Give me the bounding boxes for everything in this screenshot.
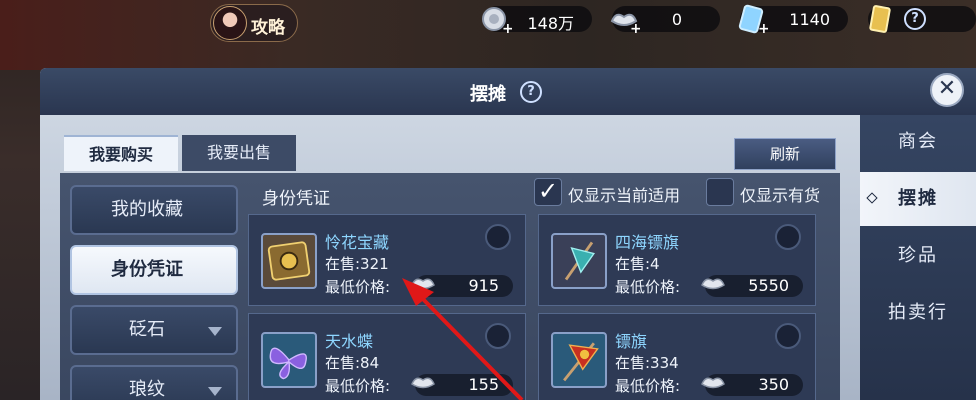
category-identity-voucher[interactable]: 身份凭证	[70, 245, 238, 295]
guide-label: 攻略	[251, 18, 285, 38]
section-title: 身份凭证	[262, 189, 330, 209]
close-button[interactable]: ✕	[930, 73, 964, 107]
currency-diamond-ticket[interactable]: + 1140	[738, 4, 848, 35]
item-card[interactable]: 镖旗 在售:334 最低价格: 350	[538, 313, 816, 400]
dropdown-arrow-icon	[208, 387, 222, 396]
silver-ingot-icon	[701, 377, 725, 389]
panel-title: 摆摊	[470, 84, 506, 105]
guide-avatar-button[interactable]: 攻略	[210, 4, 298, 42]
diamond-ticket-add-icon: +	[738, 4, 768, 35]
category-label: 砭石	[129, 319, 165, 340]
nav-treasures[interactable]: 珍品	[860, 229, 976, 283]
item-card[interactable]: 天水蝶 在售:84 最低价格: 155	[248, 313, 526, 400]
filter-checkbox-current[interactable]	[534, 177, 562, 206]
stall-panel: 摆摊 ? ✕ 商会 摆摊 珍品 拍卖行 我要购买 我要出售 刷新 我的收藏 身份…	[40, 68, 976, 400]
red-flag-icon	[551, 332, 607, 388]
treasure-box-icon	[261, 233, 317, 289]
category-label: 身份凭证	[111, 259, 183, 280]
item-card[interactable]: 四海镖旗 在售:4 最低价格: 5550	[538, 214, 816, 306]
svg-text:+: +	[758, 21, 768, 35]
silver-ingot-icon	[411, 377, 435, 389]
category-label: 琅纹	[129, 379, 165, 400]
filter-label-current: 仅显示当前适用	[568, 186, 681, 205]
silver-ingot-icon	[411, 278, 435, 290]
item-price: 350	[758, 375, 789, 394]
item-stock: 在售:321	[325, 255, 389, 273]
item-stock: 在售:84	[325, 354, 380, 372]
category-bianshi[interactable]: 砭石	[70, 305, 238, 355]
nav-label: 商会	[898, 131, 938, 152]
silver-ingot-value: 0	[671, 10, 682, 29]
silver-coin-add-icon: +	[482, 7, 512, 35]
right-nav: 商会 摆摊 珍品 拍卖行	[860, 115, 976, 400]
nav-auction-house[interactable]: 拍卖行	[860, 286, 976, 340]
item-price: 155	[468, 375, 499, 394]
item-price: 5550	[748, 276, 789, 295]
item-name: 怜花宝藏	[325, 233, 390, 252]
nav-label: 拍卖行	[888, 302, 948, 323]
escort-flag-icon	[551, 233, 607, 289]
tab-buy[interactable]: 我要购买	[64, 135, 178, 171]
svg-text:+: +	[502, 21, 512, 35]
panel-header: 摆摊 ? ✕	[40, 68, 976, 115]
filter-label-in-stock: 仅显示有货	[740, 186, 821, 205]
price-box: 155	[411, 374, 513, 396]
filter-checkbox-in-stock[interactable]	[706, 178, 734, 206]
silver-ingot-add-icon: +	[610, 13, 640, 35]
avatar	[213, 6, 247, 40]
currency-gold-token[interactable]: ?	[868, 5, 976, 33]
help-button[interactable]: ?	[904, 8, 926, 30]
gold-token-icon	[869, 5, 891, 33]
item-select-radio[interactable]	[775, 224, 801, 250]
item-name: 天水蝶	[325, 332, 374, 351]
selected-diamond-icon	[866, 192, 878, 204]
item-stock: 在售:4	[615, 255, 660, 273]
item-price-label: 最低价格:	[325, 377, 391, 395]
item-name: 四海镖旗	[615, 233, 680, 252]
svg-text:+: +	[630, 21, 640, 35]
nav-label: 珍品	[898, 245, 938, 266]
currency-silver-coin[interactable]: + 148万	[482, 6, 592, 35]
silver-ingot-icon	[701, 278, 725, 290]
nav-stall[interactable]: 摆摊	[860, 172, 976, 226]
item-price: 915	[468, 276, 499, 295]
silver-coin-value: 148万	[527, 14, 574, 33]
item-select-radio[interactable]	[485, 224, 511, 250]
dropdown-arrow-icon	[208, 327, 222, 336]
price-box: 915	[411, 275, 513, 297]
item-price-label: 最低价格:	[615, 278, 681, 296]
refresh-button[interactable]: 刷新	[734, 138, 836, 170]
price-box: 5550	[701, 275, 803, 297]
item-card[interactable]: 怜花宝藏 在售:321 最低价格: 915	[248, 214, 526, 306]
category-favorites[interactable]: 我的收藏	[70, 185, 238, 235]
item-name: 镖旗	[615, 332, 648, 351]
category-langwen[interactable]: 琅纹	[70, 365, 238, 400]
item-price-label: 最低价格:	[615, 377, 681, 395]
category-label: 我的收藏	[111, 199, 183, 220]
item-stock: 在售:334	[615, 354, 679, 372]
item-select-radio[interactable]	[485, 323, 511, 349]
item-select-radio[interactable]	[775, 323, 801, 349]
price-box: 350	[701, 374, 803, 396]
butterfly-icon	[261, 332, 317, 388]
title-help-button[interactable]: ?	[520, 81, 542, 103]
nav-chamber-of-commerce[interactable]: 商会	[860, 115, 976, 169]
currency-silver-ingot[interactable]: + 0	[610, 6, 720, 35]
item-price-label: 最低价格:	[325, 278, 391, 296]
nav-label: 摆摊	[898, 188, 938, 209]
tab-sell[interactable]: 我要出售	[182, 135, 296, 171]
diamond-ticket-value: 1140	[789, 10, 830, 29]
